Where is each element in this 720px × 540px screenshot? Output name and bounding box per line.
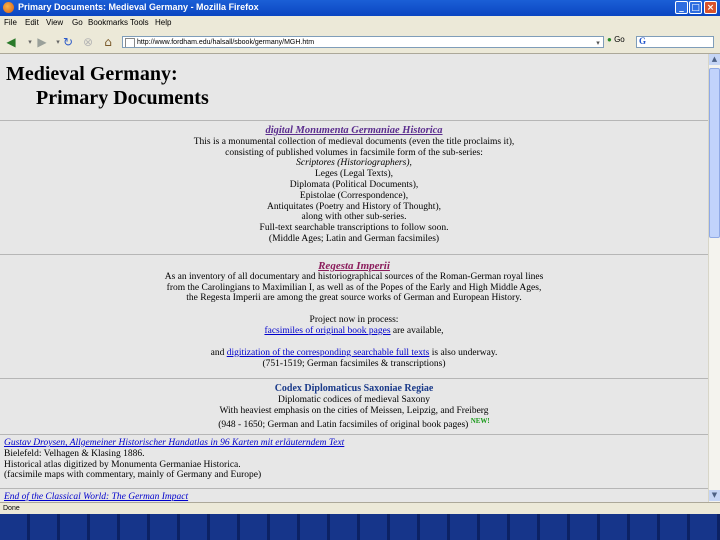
page-title-line1: Medieval Germany: bbox=[6, 63, 178, 85]
maximize-button[interactable]: □ bbox=[689, 1, 702, 14]
droysen-line: (facsimile maps with commentary, mainly … bbox=[4, 470, 262, 481]
divider bbox=[0, 488, 708, 489]
regesta-heading-link[interactable]: Regesta Imperii bbox=[0, 261, 708, 272]
mgh-line: Scriptores (Historiographers), bbox=[296, 158, 412, 169]
mgh-line: Antiquitates (Poetry and History of Thou… bbox=[267, 201, 441, 212]
page-content: Medieval Germany: Primary Documents digi… bbox=[0, 54, 708, 502]
divider bbox=[0, 120, 708, 121]
search-box[interactable]: G bbox=[636, 36, 714, 48]
forward-icon[interactable]: ▶ bbox=[34, 34, 50, 50]
mgh-line: Diplomata (Political Documents), bbox=[289, 179, 419, 190]
menu-tools[interactable]: Tools bbox=[130, 18, 149, 27]
regesta-digitization-line: and digitization of the corresponding se… bbox=[0, 348, 708, 359]
page-icon bbox=[125, 38, 135, 47]
minimize-button[interactable]: _ bbox=[675, 1, 688, 14]
end-section: End of the Classical World: The German I… bbox=[4, 492, 704, 502]
page-title: Medieval Germany: Primary Documents bbox=[6, 62, 209, 110]
url-dropdown-icon[interactable]: ▾ bbox=[590, 35, 606, 51]
menu-file[interactable]: File bbox=[4, 18, 17, 27]
mgh-line: along with other sub-series. bbox=[301, 212, 407, 223]
new-badge: NEW! bbox=[470, 417, 490, 426]
go-icon: ● bbox=[607, 35, 612, 44]
menu-go[interactable]: Go bbox=[72, 18, 83, 27]
regesta-dates: (751-1519; German facsimiles & transcrip… bbox=[262, 358, 446, 369]
reload-icon[interactable]: ↻ bbox=[60, 34, 76, 50]
facsimiles-suffix: are available, bbox=[390, 325, 444, 336]
url-text: http://www.fordham.edu/halsall/sbook/ger… bbox=[137, 39, 315, 46]
scroll-thumb[interactable] bbox=[709, 68, 720, 238]
vertical-scrollbar[interactable]: ▲ ▼ bbox=[708, 54, 720, 502]
mgh-section: digital Monumenta Germaniae Historica Th… bbox=[0, 125, 708, 245]
codex-line-text: (948 - 1650; German and Latin facsimiles… bbox=[218, 420, 469, 431]
codex-line: (948 - 1650; German and Latin facsimiles… bbox=[0, 416, 708, 431]
divider bbox=[0, 434, 708, 435]
mgh-line: Leges (Legal Texts), bbox=[314, 169, 394, 180]
taskbar bbox=[0, 514, 720, 540]
go-button[interactable]: ● Go bbox=[607, 35, 625, 44]
end-link[interactable]: End of the Classical World: The German I… bbox=[4, 492, 188, 502]
menu-edit[interactable]: Edit bbox=[25, 18, 39, 27]
firefox-icon bbox=[3, 2, 14, 13]
menu-bar: File Edit View Go Bookmarks Tools Help bbox=[0, 16, 720, 31]
codex-line: Diplomatic codices of medieval Saxony bbox=[278, 394, 430, 405]
go-label: Go bbox=[614, 35, 625, 44]
digitization-prefix: and bbox=[210, 347, 227, 358]
menu-bookmarks[interactable]: Bookmarks bbox=[88, 18, 128, 27]
regesta-line: from the Carolingians to Maximilian I, a… bbox=[166, 282, 542, 293]
menu-help[interactable]: Help bbox=[155, 18, 171, 27]
home-icon[interactable]: ⌂ bbox=[100, 34, 116, 50]
droysen-section: Gustav Droysen, Allgemeiner Historischer… bbox=[4, 438, 704, 481]
droysen-line: Bielefeld: Velhagen & Klasing 1886. bbox=[4, 448, 145, 459]
title-bar: Primary Documents: Medieval Germany - Mo… bbox=[0, 0, 720, 16]
facsimiles-link[interactable]: facsimiles of original book pages bbox=[264, 326, 390, 336]
codex-heading-link[interactable]: Codex Diplomaticus Saxoniae Regiae bbox=[0, 383, 708, 395]
regesta-section: Regesta Imperii As an inventory of all d… bbox=[0, 261, 708, 369]
regesta-line: the Regesta Imperii are among the great … bbox=[186, 293, 522, 304]
divider bbox=[0, 378, 708, 379]
mgh-heading-link[interactable]: digital Monumenta Germaniae Historica bbox=[0, 125, 708, 137]
regesta-project-label: Project now in process: bbox=[309, 315, 399, 326]
page-title-line2: Primary Documents bbox=[36, 87, 209, 109]
scroll-up-icon[interactable]: ▲ bbox=[709, 54, 720, 65]
codex-line: With heaviest emphasis on the cities of … bbox=[219, 405, 489, 416]
close-button[interactable]: × bbox=[704, 1, 717, 14]
digitization-suffix: is also underway. bbox=[429, 347, 498, 358]
droysen-line: Historical atlas digitized by Monumenta … bbox=[4, 459, 241, 470]
back-icon[interactable]: ◀ bbox=[3, 34, 19, 50]
codex-section: Codex Diplomaticus Saxoniae Regiae Diplo… bbox=[0, 383, 708, 431]
address-bar[interactable]: http://www.fordham.edu/halsall/sbook/ger… bbox=[122, 36, 604, 48]
google-icon: G bbox=[639, 36, 647, 46]
mgh-line: Full-text searchable transcriptions to f… bbox=[259, 223, 449, 234]
mgh-line: This is a monumental collection of medie… bbox=[193, 136, 515, 147]
menu-view[interactable]: View bbox=[46, 18, 63, 27]
stop-icon[interactable]: ⊗ bbox=[80, 34, 96, 50]
window-title: Primary Documents: Medieval Germany - Mo… bbox=[18, 2, 259, 12]
mgh-line: consisting of published volumes in facsi… bbox=[225, 147, 483, 158]
navigation-toolbar: ◀ ▾ ▶ ▾ ↻ ⊗ ⌂ http://www.fordham.edu/hal… bbox=[0, 31, 720, 54]
divider bbox=[0, 254, 708, 255]
digitization-link[interactable]: digitization of the corresponding search… bbox=[227, 348, 430, 358]
regesta-facsimiles-line: facsimiles of original book pages are av… bbox=[0, 326, 708, 337]
regesta-line: As an inventory of all documentary and h… bbox=[164, 271, 544, 282]
mgh-line: Epistolae (Correspondence), bbox=[299, 190, 409, 201]
mgh-line: (Middle Ages; Latin and German facsimile… bbox=[268, 233, 440, 244]
scroll-down-icon[interactable]: ▼ bbox=[709, 490, 720, 501]
droysen-link[interactable]: Gustav Droysen, Allgemeiner Historischer… bbox=[4, 438, 344, 448]
